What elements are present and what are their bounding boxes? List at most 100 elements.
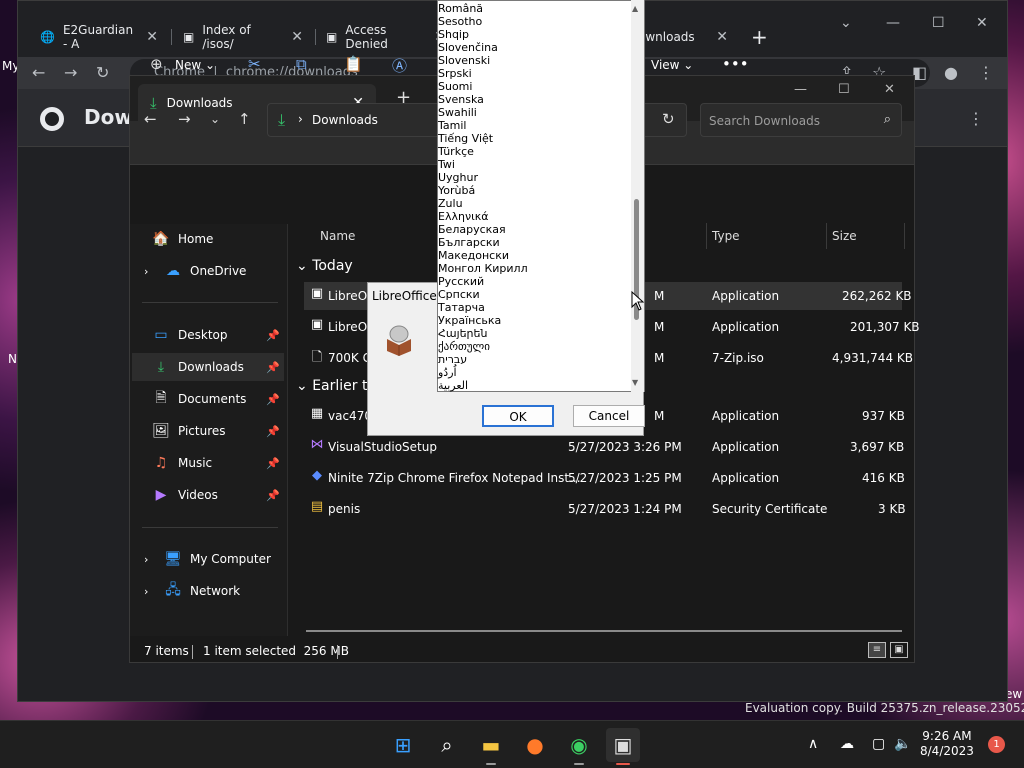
- system-clock[interactable]: 9:26 AM 8/4/2023: [920, 729, 974, 759]
- file-explorer-icon[interactable]: ▬: [474, 728, 508, 762]
- group-header-today[interactable]: ⌄ Today: [296, 258, 353, 274]
- language-option[interactable]: Sesotho: [438, 15, 482, 28]
- sidebar-item-home[interactable]: 🏠 Home: [132, 225, 284, 253]
- cut-icon[interactable]: ✂: [248, 55, 261, 73]
- language-option[interactable]: Հայերեն: [438, 327, 487, 340]
- forward-icon[interactable]: →: [64, 63, 77, 82]
- column-header-name[interactable]: Name: [320, 229, 355, 243]
- language-option[interactable]: Türkçe: [438, 145, 474, 158]
- tab-search-icon[interactable]: ⌄: [840, 15, 852, 31]
- language-option[interactable]: Tamil: [438, 119, 466, 132]
- cloud-offline-icon[interactable]: ☁: [840, 736, 854, 752]
- language-option[interactable]: Suomi: [438, 80, 472, 93]
- pin-icon[interactable]: 📌: [266, 361, 280, 374]
- language-option[interactable]: Twi: [438, 158, 455, 171]
- sidebar-item-downloads[interactable]: ⤓ Downloads 📌: [132, 353, 284, 381]
- language-option[interactable]: Македонски: [438, 249, 509, 262]
- dropdown-scrollbar[interactable]: [631, 0, 644, 392]
- group-header-earlier[interactable]: ⌄ Earlier th: [296, 378, 376, 394]
- start-windows-icon[interactable]: ⊞: [386, 728, 420, 762]
- pin-icon[interactable]: 📌: [266, 457, 280, 470]
- chrome-tab[interactable]: ▣ Index of /isos/ ✕: [173, 23, 313, 51]
- language-option[interactable]: Slovenčina: [438, 41, 498, 54]
- language-option[interactable]: Български: [438, 236, 500, 249]
- language-option[interactable]: עברית: [438, 353, 467, 366]
- language-option[interactable]: Ελληνικά: [438, 210, 489, 223]
- language-option[interactable]: Українська: [438, 314, 501, 327]
- new-button[interactable]: New ⌄: [175, 58, 215, 72]
- chevron-right-icon[interactable]: ›: [144, 553, 158, 566]
- recent-locations-icon[interactable]: ⌄: [210, 112, 220, 126]
- close-icon[interactable]: ✕: [716, 29, 728, 45]
- back-icon[interactable]: ←: [144, 110, 157, 128]
- chevron-up-icon[interactable]: ∧: [808, 736, 818, 752]
- rename-icon[interactable]: Ⓐ: [392, 55, 407, 76]
- sidebar-item-music[interactable]: ♫ Music 📌: [132, 449, 284, 477]
- language-option[interactable]: Српски: [438, 288, 480, 301]
- ok-button[interactable]: OK: [482, 405, 554, 427]
- up-icon[interactable]: ↑: [238, 110, 251, 128]
- profile-icon[interactable]: ●: [944, 63, 958, 82]
- refresh-icon[interactable]: ↻: [662, 110, 675, 128]
- search-icon[interactable]: ⌕: [430, 728, 464, 762]
- view-button[interactable]: View ⌄: [651, 58, 693, 72]
- pin-icon[interactable]: 📌: [266, 329, 280, 342]
- language-option[interactable]: Татарча: [438, 301, 485, 314]
- maximize-icon[interactable]: ☐: [838, 82, 850, 97]
- new-tab-button[interactable]: +: [751, 25, 768, 49]
- paste-icon[interactable]: 📋: [344, 55, 363, 73]
- forward-icon[interactable]: →: [178, 110, 191, 128]
- sidebar-item-my-computer[interactable]: › 🖥 My Computer: [132, 545, 284, 573]
- column-header-size[interactable]: Size: [832, 229, 857, 243]
- libreoffice-installer-icon[interactable]: ▣: [606, 728, 640, 762]
- pin-icon[interactable]: 📌: [266, 489, 280, 502]
- sidebar-item-pictures[interactable]: 🖼 Pictures 📌: [132, 417, 284, 445]
- desktop-icon-label[interactable]: N: [8, 352, 17, 366]
- language-option[interactable]: Română: [438, 2, 483, 15]
- search-input[interactable]: Search Downloads ⌕: [700, 103, 902, 137]
- language-dropdown-list[interactable]: Română Sesotho Shqip Slovenčina Slovenski Srp…: [437, 0, 645, 392]
- chrome-icon[interactable]: ◉: [562, 728, 596, 762]
- language-option[interactable]: العربية: [438, 379, 468, 392]
- firefox-icon[interactable]: ●: [518, 728, 552, 762]
- chrome-tab[interactable]: ▣ Access Denied ✕: [316, 23, 456, 51]
- language-option[interactable]: اُردُو: [438, 366, 457, 379]
- minimize-icon[interactable]: —: [794, 82, 807, 97]
- table-row[interactable]: ▤ penis 5/27/2023 1:24 PM Security Certi…: [304, 495, 906, 523]
- sidebar-item-network[interactable]: › 🖧 Network: [132, 577, 284, 605]
- cancel-button[interactable]: Cancel: [573, 405, 645, 427]
- minimize-icon[interactable]: —: [886, 15, 900, 31]
- language-option[interactable]: Русский: [438, 275, 484, 288]
- language-option[interactable]: Tiếng Việt: [438, 132, 493, 145]
- table-row[interactable]: ⋈ VisualStudioSetup 5/27/2023 3:26 PM Ap…: [304, 433, 905, 461]
- sidebar-item-documents[interactable]: 🗎 Documents 📌: [132, 385, 284, 413]
- language-option[interactable]: Zulu: [438, 197, 463, 210]
- details-view-icon[interactable]: ≡: [868, 642, 886, 658]
- more-options-icon[interactable]: ⋮: [968, 109, 984, 128]
- back-icon[interactable]: ←: [32, 63, 45, 82]
- language-option[interactable]: Беларуская: [438, 223, 506, 236]
- language-option[interactable]: Srpski: [438, 67, 472, 80]
- language-option[interactable]: ქართული: [438, 340, 490, 353]
- chrome-menu-icon[interactable]: ⋮: [978, 63, 994, 82]
- close-window-icon[interactable]: ✕: [976, 15, 988, 31]
- plus-circle-icon[interactable]: ⊕: [150, 55, 163, 73]
- sidebar-item-onedrive[interactable]: › ☁ OneDrive: [132, 257, 284, 285]
- language-option[interactable]: Uyghur: [438, 171, 478, 184]
- close-window-icon[interactable]: ✕: [884, 82, 895, 97]
- chevron-right-icon[interactable]: ›: [144, 265, 158, 278]
- network-icon[interactable]: ▢: [872, 736, 885, 752]
- language-option[interactable]: Slovenski: [438, 54, 490, 67]
- chevron-right-icon[interactable]: ›: [144, 585, 158, 598]
- chrome-tab[interactable]: 🌐 E2Guardian - A ✕: [30, 23, 168, 51]
- sidebar-item-desktop[interactable]: ▭ Desktop 📌: [132, 321, 284, 349]
- volume-icon[interactable]: 🔈: [894, 736, 911, 752]
- horizontal-scrollbar[interactable]: [306, 630, 902, 632]
- column-header-type[interactable]: Type: [712, 229, 740, 243]
- language-option[interactable]: Swahili: [438, 106, 477, 119]
- more-options-icon[interactable]: •••: [722, 55, 749, 73]
- scroll-up-icon[interactable]: ▲: [632, 4, 638, 13]
- close-icon[interactable]: ✕: [146, 29, 158, 45]
- maximize-icon[interactable]: ☐: [932, 15, 945, 31]
- reload-icon[interactable]: ↻: [96, 63, 109, 82]
